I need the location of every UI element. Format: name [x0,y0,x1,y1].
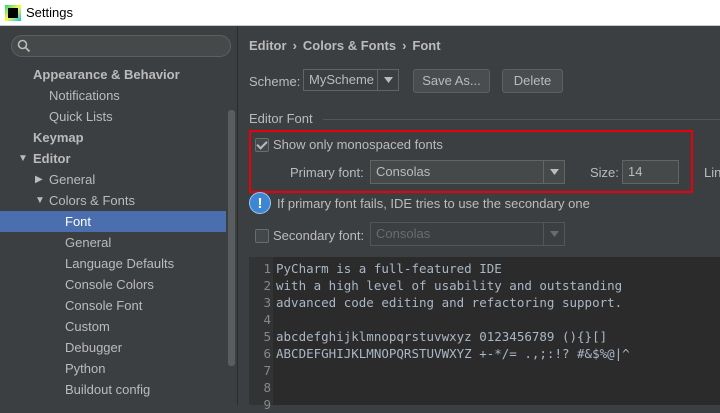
breadcrumb-separator: › [292,38,297,53]
tree-item-general[interactable]: General [0,232,226,253]
tree-item-python[interactable]: Python [0,358,226,379]
editor-font-section-title: Editor Font [249,111,313,126]
line-number: 2 [263,278,271,293]
search-input[interactable] [11,35,231,57]
secondary-font-label: Secondary font: [273,228,365,243]
tree-item-notifications[interactable]: Notifications [0,85,226,106]
line-spacing-label: Lin [704,165,720,180]
tree-item-debugger[interactable]: Debugger [0,337,226,358]
show-mono-label: Show only monospaced fonts [273,137,443,152]
info-icon: ! [249,192,271,214]
secondary-font-checkbox[interactable] [255,229,269,243]
tree-item-editor-general[interactable]: ▶ General [0,169,226,190]
tree-item-editor[interactable]: ▼ Editor [0,148,226,169]
line-number: 8 [263,380,271,395]
line-number: 6 [263,346,271,361]
tree-item-quick-lists[interactable]: Quick Lists [0,106,226,127]
tree-item-font[interactable]: Font [0,211,226,232]
delete-button[interactable]: Delete [502,69,563,93]
breadcrumb-separator: › [402,38,407,53]
tree-item-console-colors[interactable]: Console Colors [0,274,226,295]
tree-item-buildout-config[interactable]: Buildout config [0,379,226,400]
font-size-input[interactable]: 14 [622,160,679,184]
breadcrumb-font: Font [412,38,441,53]
secondary-font-select[interactable]: Consolas [370,222,565,246]
title-bar: Settings [0,0,720,26]
line-text: abcdefghijklmnopqrstuvwxyz 0123456789 ()… [276,329,608,344]
save-as-button[interactable]: Save As... [413,69,490,93]
settings-tree: Appearance & Behavior Notifications Quic… [0,64,226,400]
primary-font-select[interactable]: Consolas [370,160,565,184]
settings-sidebar: Appearance & Behavior Notifications Quic… [0,26,238,405]
settings-content: Editor › Colors & Fonts › Font Scheme: MySch… [238,26,720,412]
breadcrumb: Editor › Colors & Fonts › Font [249,38,441,53]
line-number: 1 [263,261,271,276]
show-mono-checkbox[interactable] [255,138,269,152]
tree-item-keymap[interactable]: Keymap [0,127,226,148]
tree-item-language-defaults[interactable]: Language Defaults [0,253,226,274]
scheme-label: Scheme: [249,74,301,89]
line-number: 3 [263,295,271,310]
primary-font-label: Primary font: [290,165,364,180]
line-number: 4 [263,312,271,327]
tree-item-colors-fonts[interactable]: ▼ Colors & Fonts [0,190,226,211]
size-label: Size: [590,165,619,180]
breadcrumb-colors-fonts: Colors & Fonts [302,38,397,53]
scheme-select[interactable]: MyScheme [303,69,399,91]
expanded-arrow-icon[interactable]: ▼ [35,190,45,211]
line-text: advanced code editing and refactoring su… [276,295,623,310]
chevron-down-icon [377,70,398,90]
scheme-value: MyScheme [309,72,375,87]
sidebar-scrollbar[interactable] [228,110,235,366]
line-text: PyCharm is a full-featured IDE [276,261,502,276]
font-preview-editor[interactable]: 1 PyCharm is a full-featured IDE 2 with a … [249,257,720,412]
breadcrumb-editor: Editor [249,38,287,53]
fallback-info-text: If primary font fails, IDE tries to use … [277,196,590,211]
tree-item-console-font[interactable]: Console Font [0,295,226,316]
expanded-arrow-icon[interactable]: ▼ [18,148,28,169]
pycharm-app-icon [5,4,21,21]
primary-font-value: Consolas [376,164,431,179]
search-icon [17,39,31,53]
line-number: 7 [263,363,271,378]
line-text: ABCDEFGHIJKLMNOPQRSTUVWXYZ +-*/= .,;:!? … [276,346,630,361]
chevron-down-icon [543,161,564,183]
collapsed-arrow-icon[interactable]: ▶ [35,169,43,190]
tree-item-custom[interactable]: Custom [0,316,226,337]
chevron-down-icon [543,223,564,245]
secondary-font-value: Consolas [376,226,431,241]
line-number: 5 [263,329,271,344]
section-divider [323,119,720,120]
window-title: Settings [26,5,73,20]
line-text: with a high level of usability and outst… [276,278,623,293]
tree-item-appearance-behavior[interactable]: Appearance & Behavior [0,64,226,85]
